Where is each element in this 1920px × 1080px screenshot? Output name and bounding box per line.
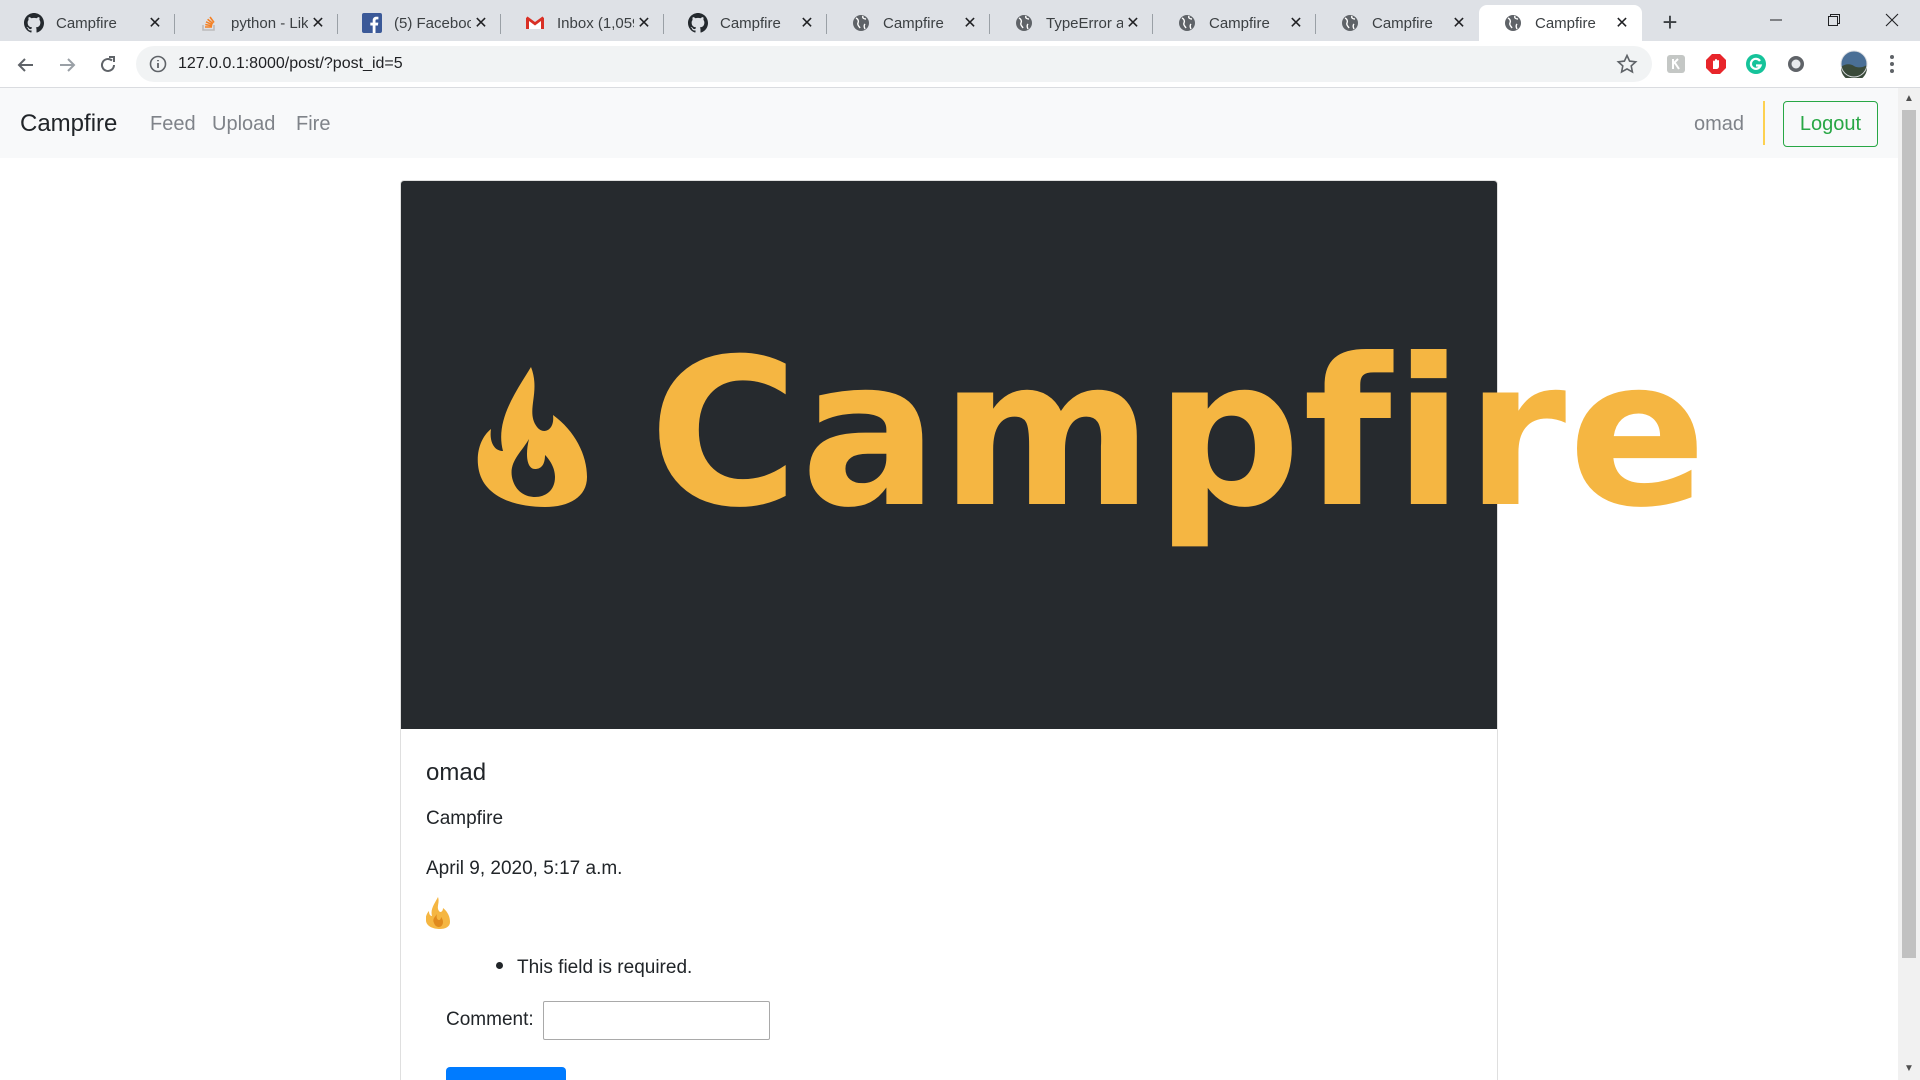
comment-label: Comment: [446, 1009, 534, 1030]
close-tab-icon[interactable]: ✕ [1612, 13, 1632, 33]
close-tab-icon[interactable]: ✕ [1286, 13, 1306, 33]
tab-title: Campfire [720, 14, 781, 32]
nav-link-upload[interactable]: Upload [212, 113, 275, 136]
profile-avatar[interactable] [1840, 50, 1868, 78]
github-icon [688, 13, 708, 33]
page-viewport: Campfire Feed Upload Fire omad Logout Ca… [0, 88, 1898, 1080]
close-tab-icon[interactable]: ✕ [308, 13, 328, 33]
tab-title: Campfire [1209, 14, 1270, 32]
browser-tab[interactable]: Campfire ✕ [664, 5, 827, 41]
nav-link-feed[interactable]: Feed [150, 113, 196, 136]
nav-link-fire[interactable]: Fire [296, 113, 330, 136]
post-author: omad [426, 759, 487, 786]
post-image-wordmark: Campfire [649, 316, 1709, 553]
restore-icon [1828, 14, 1840, 26]
globe-icon [1503, 13, 1523, 33]
globe-icon [851, 13, 871, 33]
globe-icon [1014, 13, 1034, 33]
browser-tab-bar: Campfire ✕ python - Like ✕ (5) Facebook … [0, 0, 1920, 41]
facebook-icon [362, 13, 382, 33]
form-error-list: This field is required. [496, 957, 692, 979]
gmail-icon [525, 13, 545, 33]
scroll-up-arrow-icon[interactable]: ▲ [1904, 94, 1914, 104]
submit-comment-button[interactable] [446, 1067, 566, 1080]
minimize-icon [1770, 19, 1782, 21]
fire-icon[interactable] [426, 897, 450, 929]
circle-extension-icon[interactable] [1784, 52, 1808, 76]
bookmark-star-icon[interactable] [1616, 53, 1638, 75]
scrollbar-thumb[interactable] [1902, 110, 1916, 958]
list-bullet [496, 962, 503, 970]
extension-icon[interactable] [1664, 52, 1688, 76]
tab-title: (5) Facebook [394, 14, 471, 32]
close-tab-icon[interactable]: ✕ [1123, 13, 1143, 33]
tab-title: TypeError at [1046, 14, 1123, 32]
browser-tab[interactable]: Campfire ✕ [0, 5, 175, 41]
new-tab-button[interactable]: + [1656, 7, 1684, 37]
close-icon [1885, 13, 1899, 27]
navbar-brand[interactable]: Campfire [20, 110, 117, 138]
comment-input[interactable] [543, 1001, 770, 1040]
browser-tab[interactable]: TypeError at ✕ [990, 5, 1153, 41]
url-text[interactable]: 127.0.0.1:8000/post/?post_id=5 [178, 55, 403, 73]
kebab-menu-icon [1890, 55, 1894, 73]
tab-title: Campfire [56, 14, 117, 32]
reload-icon [101, 56, 115, 72]
close-tab-icon[interactable]: ✕ [634, 13, 654, 33]
post-caption: Campfire [426, 808, 504, 829]
browser-menu-button[interactable] [1880, 52, 1904, 76]
adblock-extension-icon[interactable] [1704, 52, 1728, 76]
close-tab-icon[interactable]: ✕ [1449, 13, 1469, 33]
browser-tab-active[interactable]: Campfire ✕ [1479, 5, 1642, 41]
browser-tab[interactable]: Campfire ✕ [1153, 5, 1316, 41]
form-error-item: This field is required. [517, 957, 693, 978]
browser-tab[interactable]: Inbox (1,059 ✕ [501, 5, 664, 41]
browser-toolbar: 127.0.0.1:8000/post/?post_id=5 [0, 41, 1920, 88]
post-image: Campfire [401, 181, 1707, 729]
app-navbar: Campfire Feed Upload Fire omad Logout [0, 88, 1898, 158]
address-bar[interactable]: 127.0.0.1:8000/post/?post_id=5 [136, 46, 1652, 82]
forward-button[interactable] [51, 49, 83, 81]
close-tab-icon[interactable]: ✕ [797, 13, 817, 33]
arrow-left-icon [17, 58, 33, 72]
nav-username[interactable]: omad [1694, 113, 1744, 136]
info-icon[interactable] [148, 54, 168, 74]
page-scrollbar[interactable]: ▲ ▼ [1898, 88, 1920, 1080]
browser-tab[interactable]: python - Like ✕ [175, 5, 338, 41]
reload-button[interactable] [92, 49, 124, 81]
restore-button[interactable] [1806, 0, 1862, 40]
tab-title: Inbox (1,059 [557, 14, 634, 32]
browser-tab[interactable]: (5) Facebook ✕ [338, 5, 501, 41]
minimize-button[interactable] [1748, 0, 1804, 40]
navbar-divider [1763, 101, 1765, 145]
tab-title: python - Like [231, 14, 308, 32]
close-tab-icon[interactable]: ✕ [960, 13, 980, 33]
tab-title: Campfire [1372, 14, 1433, 32]
globe-icon [1340, 13, 1360, 33]
grammarly-extension-icon[interactable] [1744, 52, 1768, 76]
globe-icon [1177, 13, 1197, 33]
close-tab-icon[interactable]: ✕ [145, 13, 165, 33]
close-tab-icon[interactable]: ✕ [471, 13, 491, 33]
arrow-right-icon [60, 58, 76, 72]
browser-tab[interactable]: Campfire ✕ [827, 5, 990, 41]
tab-title: Campfire [1535, 14, 1596, 32]
close-window-button[interactable] [1864, 0, 1920, 40]
post-date: April 9, 2020, 5:17 a.m. [426, 858, 623, 879]
github-icon [24, 13, 44, 33]
back-button[interactable] [10, 49, 42, 81]
browser-tab[interactable]: Campfire ✕ [1316, 5, 1479, 41]
post-card: Campfire omad Campfire April 9, 2020, 5:… [400, 180, 1707, 1080]
stackoverflow-icon [199, 13, 219, 33]
scroll-down-arrow-icon[interactable]: ▼ [1904, 1064, 1914, 1074]
logout-button[interactable]: Logout [1783, 101, 1878, 147]
tab-title: Campfire [883, 14, 944, 32]
flame-logo-icon [477, 367, 587, 507]
